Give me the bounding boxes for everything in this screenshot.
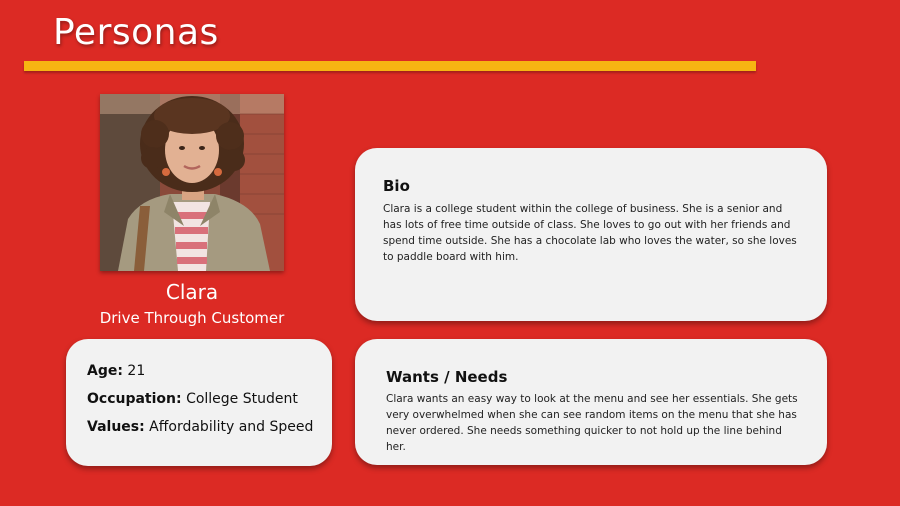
wants-needs-heading: Wants / Needs [386,368,508,386]
values-line: Values: Affordability and Speed [87,419,332,435]
wants-needs-text: Clara wants an easy way to look at the m… [386,393,798,453]
persona-photo-illustration [100,94,284,271]
age-line: Age: 21 [87,363,332,379]
occupation-value: College Student [186,391,298,407]
slide-title: Personas [53,12,219,53]
persona-name: Clara [165,280,219,304]
values-value: Affordability and Speed [149,419,314,435]
bio-heading: Bio [383,177,410,195]
bio-text: Clara is a college student within the co… [383,203,797,263]
title-underline [24,61,756,71]
age-value: 21 [127,363,146,379]
persona-role: Drive Through Customer [99,309,285,327]
values-label: Values: [87,419,145,435]
age-label: Age: [87,363,123,379]
persona-photo [100,94,284,271]
wants-needs-card: Wants / Needs Clara wants an easy way to… [355,339,827,465]
bio-card: Bio Clara is a college student within th… [355,148,827,321]
occupation-line: Occupation: College Student [87,391,332,407]
occupation-label: Occupation: [87,391,182,407]
persona-details-card: Age: 21 Occupation: College Student Valu… [66,339,332,466]
